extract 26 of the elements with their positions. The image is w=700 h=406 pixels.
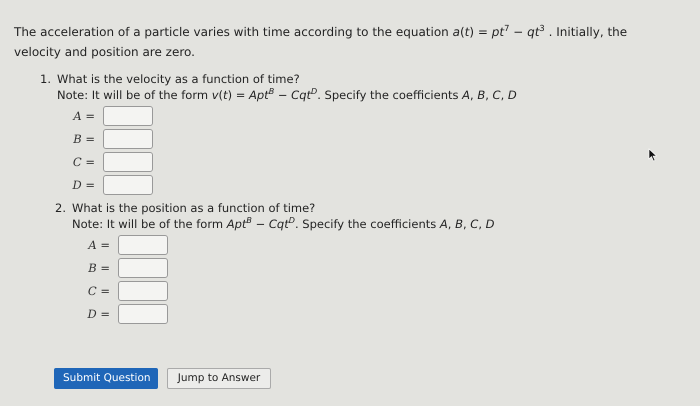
answer-field[interactable] xyxy=(103,128,153,149)
coefficient-label: D = xyxy=(86,306,110,321)
answer-field[interactable] xyxy=(118,234,168,255)
answer-field[interactable] xyxy=(118,280,168,301)
answer-field[interactable] xyxy=(103,106,153,126)
mouse-pointer-icon xyxy=(648,148,658,162)
question-number: 2. xyxy=(55,200,66,215)
question-note: Note: It will be of the form v(t) = Apt$^{B}$ − Cqt$^{D}$. Specify the coefficients A, B, C, D xyxy=(57,87,518,102)
coefficient-label: B = xyxy=(72,132,95,146)
coefficient-label: A = xyxy=(86,238,110,252)
question-number: 1. xyxy=(40,72,51,86)
submit-button[interactable]: Submit Question xyxy=(54,368,158,389)
coefficient-label: C = xyxy=(72,154,95,169)
question-prompt: What is the velocity as a function of time? xyxy=(56,72,300,86)
coefficient-label: D = xyxy=(71,178,95,192)
answer-field[interactable] xyxy=(103,174,153,195)
coefficient-label: B = xyxy=(87,260,110,275)
question-prompt: What is the position as a function of time? xyxy=(72,200,316,215)
coefficient-label: A = xyxy=(72,108,95,123)
jump-button[interactable]: Jump to Answer xyxy=(167,368,271,389)
coefficient-label: C = xyxy=(86,284,110,298)
problem-statement: The acceleration of a particle varies with time according to the equation a(t) = pt$^{7}$ − qt$^{3}$ . Initially, the velocity and position are zero. xyxy=(14,22,628,61)
answer-field[interactable] xyxy=(118,304,168,324)
answer-field[interactable] xyxy=(103,152,153,172)
question-note: Note: It will be of the form Apt$^{B}$ − Cqt$^{D}$. Specify the coefficients A, B, C, D xyxy=(72,216,496,231)
answer-field[interactable] xyxy=(118,258,168,278)
